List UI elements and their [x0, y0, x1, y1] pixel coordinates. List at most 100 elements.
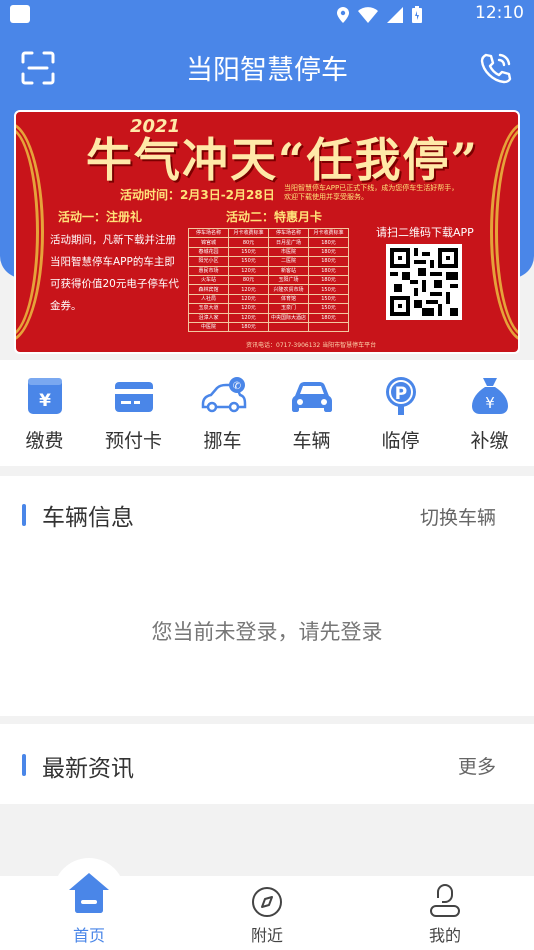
news-card: 最新资讯 更多: [0, 724, 534, 804]
price-table-cell: 180元: [308, 246, 349, 258]
car-icon: [291, 376, 332, 416]
svg-text:¥: ¥: [485, 394, 495, 412]
vehicle-info-card: 车辆信息 切换车辆 您当前未登录，请先登录: [0, 476, 534, 716]
tab-label: 我的: [428, 926, 461, 945]
location-icon: [337, 6, 349, 23]
banner-decoration-right: [490, 122, 518, 342]
price-table-row: 停车场名称 月卡收费标准 停车场名称 月卡收费标准: [188, 227, 349, 239]
banner-qr-text: 请扫二维码下载APP: [376, 226, 474, 239]
clock: 12:10: [475, 3, 524, 23]
price-table-row: 沮漳人家 120元 中央国际大酒店 180元: [188, 312, 349, 323]
price-table-cell: [308, 321, 349, 333]
price-table-row: 人社局 120元 体育馆 150元: [188, 293, 349, 305]
menu-label: 临停: [381, 430, 420, 452]
price-table-cell: 市医院: [268, 246, 309, 258]
price-table-cell: 停车场名称: [268, 227, 309, 239]
news-title: 最新资讯: [42, 756, 134, 782]
card-icon: [114, 376, 154, 416]
banner-decoration-left: [16, 122, 44, 342]
price-table-row: 森林宾馆 120元 兴隆农贸市场 150元: [188, 284, 349, 295]
svg-text:¥: ¥: [39, 391, 51, 411]
price-table-cell: 150元: [228, 246, 269, 258]
price-table-cell: 火车站: [188, 274, 229, 286]
price-table-cell: 月卡收费标准: [228, 227, 269, 239]
price-table-row: 锦官城 80元 日月星广场 180元: [188, 237, 349, 248]
tab-nearby[interactable]: 附近: [207, 876, 327, 950]
price-table-cell: 玉阳广场: [268, 274, 309, 286]
compass-icon: [252, 887, 282, 917]
menu-label: 挪车: [203, 430, 242, 452]
price-table-cell: 80元: [228, 237, 269, 248]
svg-text:✆: ✆: [232, 381, 240, 392]
menu-temp-parking[interactable]: P 临停: [356, 376, 445, 453]
phone-icon[interactable]: [478, 50, 514, 86]
menu-supplementary-payment[interactable]: ¥ 补缴: [445, 376, 534, 453]
price-table-cell: 日月星广场: [268, 237, 309, 248]
price-table-cell: 80元: [228, 274, 269, 286]
signal-icon: [387, 6, 403, 23]
banner-activity-2: 活动二：特惠月卡: [226, 210, 323, 224]
function-menu: ¥ 缴费 预付卡 ✆ 挪车 车辆 P 临停 ¥ 补缴: [0, 360, 534, 466]
banner-description: 活动期间，凡新下载并注册当阳智慧停车APP的车主即可获得价值20元电子停车代金券…: [50, 234, 179, 312]
price-table-cell: 180元: [308, 256, 349, 267]
price-table-cell: 人社局: [188, 293, 229, 305]
banner-footer: 资讯电话：0717-3906132 当阳市智慧停车平台: [246, 342, 377, 349]
price-table-cell: 180元: [308, 265, 349, 276]
price-table-cell: 120元: [228, 293, 269, 305]
menu-vehicle[interactable]: 车辆: [267, 376, 356, 453]
section-marker: [22, 504, 26, 526]
price-table-cell: 150元: [228, 256, 269, 267]
bottom-tab-bar: 首页 附近 我的: [0, 873, 534, 950]
tab-home[interactable]: 首页: [29, 873, 149, 950]
banner-price-table: 停车场名称 月卡收费标准 停车场名称 月卡收费标准 锦官城 80元 日月星广场 180元 春城花…: [188, 227, 349, 333]
battery-icon: [412, 6, 422, 23]
app-header: 当阳智慧停车: [0, 30, 534, 108]
wifi-icon: [358, 6, 378, 23]
menu-label: 预付卡: [104, 430, 162, 452]
login-prompt[interactable]: 您当前未登录，请先登录: [0, 616, 534, 646]
price-table-cell: 180元: [308, 274, 349, 286]
price-table-cell: 二医院: [268, 256, 309, 267]
price-table-cell: 森林宾馆: [188, 284, 229, 295]
price-table-cell: 玉泉大道: [188, 303, 229, 314]
price-table-cell: 180元: [308, 312, 349, 323]
price-table-cell: 180元: [228, 321, 269, 333]
price-table-cell: 120元: [228, 284, 269, 295]
price-table-cell: 春城花园: [188, 246, 229, 258]
menu-label: 补缴: [470, 430, 509, 452]
switch-vehicle-button[interactable]: 切换车辆: [420, 503, 496, 530]
qr-code-icon: [386, 244, 462, 320]
price-table-cell: 锦官城: [188, 237, 229, 248]
price-table-cell: 月卡收费标准: [308, 227, 349, 239]
menu-move-car[interactable]: ✆ 挪车: [178, 376, 267, 453]
more-news-link[interactable]: 更多: [458, 752, 496, 779]
banner-title: 牛气冲天“任我停”: [86, 133, 479, 187]
price-table-cell: [268, 321, 309, 333]
price-table-cell: 体育馆: [268, 293, 309, 305]
svg-text:P: P: [394, 384, 406, 404]
price-table-cell: 惠民市场: [188, 265, 229, 276]
price-table-cell: 150元: [308, 293, 349, 305]
tab-label: 附近: [250, 926, 283, 945]
money-bag-icon: ¥: [470, 376, 510, 416]
price-table-row: 春城花园 150元 市医院 180元: [188, 246, 349, 258]
menu-label: 缴费: [25, 430, 64, 452]
price-table-cell: 阳光小区: [188, 256, 229, 267]
payment-icon: ¥: [25, 376, 65, 416]
price-table-row: 中医院 180元: [188, 321, 349, 333]
price-table-row: 玉泉大道 120元 玉泉门 150元: [188, 303, 349, 314]
menu-prepaid-card[interactable]: 预付卡: [89, 376, 178, 453]
price-table-row: 火车站 80元 玉阳广场 180元: [188, 274, 349, 286]
price-table-cell: 中央国际大酒店: [268, 312, 309, 323]
price-table-cell: 新客站: [268, 265, 309, 276]
promo-banner[interactable]: 2021 牛气冲天“任我停” 活动时间：2月3日-2月28日 当阳智慧停车APP…: [14, 110, 520, 354]
price-table-cell: 120元: [228, 312, 269, 323]
banner-activity-1: 活动一：注册礼: [58, 210, 143, 224]
price-table-cell: 停车场名称: [188, 227, 229, 239]
menu-label: 车辆: [292, 430, 331, 452]
home-icon: [69, 873, 109, 913]
move-car-icon: ✆: [201, 376, 246, 416]
banner-time: 活动时间：2月3日-2月28日: [120, 188, 275, 202]
menu-payment[interactable]: ¥ 缴费: [0, 376, 89, 453]
tab-profile[interactable]: 我的: [385, 876, 505, 950]
